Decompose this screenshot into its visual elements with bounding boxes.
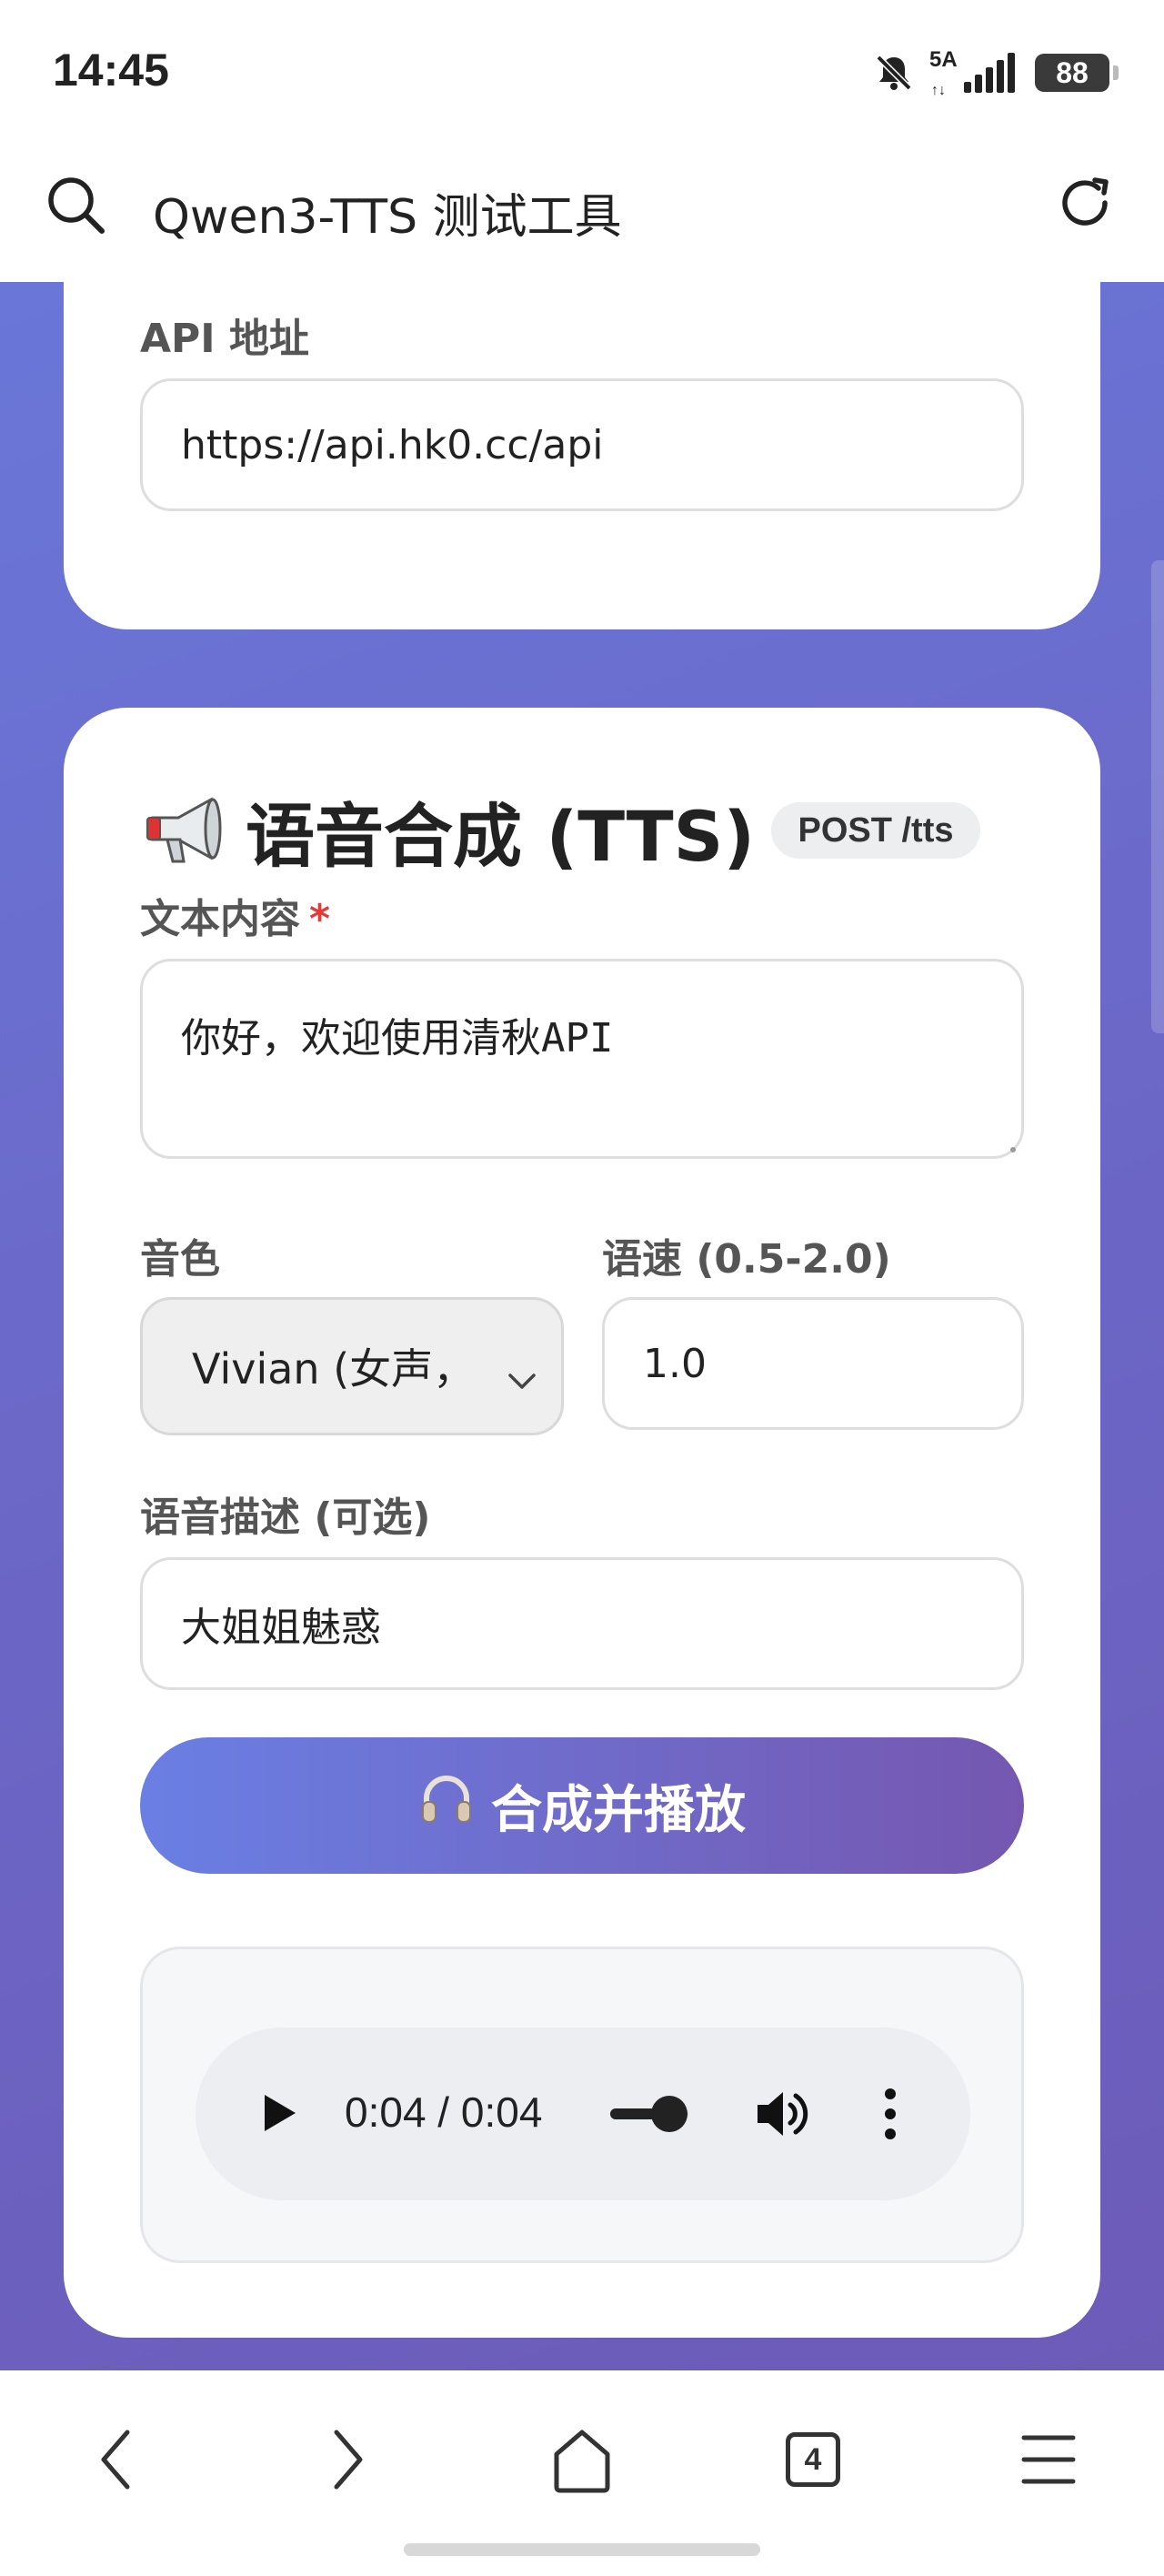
api-url-input[interactable]: https://api.hk0.cc/api [140,378,1024,511]
description-value: 大姐姐魅惑 [181,1605,381,1651]
volume-slider[interactable] [610,2096,688,2132]
chevron-down-icon [507,1354,537,1404]
page-content[interactable]: API 地址 https://api.hk0.cc/api 语音合成 (TTS)… [0,282,1164,2370]
synthesize-play-label: 合成并播放 [491,1780,746,1840]
voice-select[interactable]: Vivian (女声， [140,1297,564,1435]
voice-selected-value: Vivian (女声， [192,1344,476,1394]
resize-handle[interactable] [1010,1147,1016,1152]
audio-time: 0:04 / 0:04 [345,2088,543,2136]
search-icon[interactable] [44,173,107,240]
audio-player[interactable]: 0:04 / 0:04 [196,2028,970,2200]
audio-panel: 0:04 / 0:04 [140,1947,1024,2263]
endpoint-badge: POST /tts [771,802,980,859]
tts-title: 语音合成 (TTS) [246,796,756,877]
required-mark: * [309,896,331,942]
tts-card: 语音合成 (TTS) POST /tts 文本内容 * 你好，欢迎使用清秋API … [64,708,1100,2338]
tab-count: 4 [786,2432,840,2487]
description-label: 语音描述 (可选) [140,1494,431,1541]
speed-input[interactable]: 1.0 [602,1297,1024,1430]
status-time: 14:45 [53,45,169,96]
back-icon[interactable] [93,2423,138,2500]
api-url-value: https://api.hk0.cc/api [181,421,604,468]
battery-level: 88 [1056,55,1089,89]
play-icon[interactable] [259,2091,299,2138]
config-card: API 地址 https://api.hk0.cc/api [64,282,1100,629]
reload-icon[interactable] [1053,171,1117,238]
description-input[interactable]: 大姐姐魅惑 [140,1557,1024,1690]
api-url-label: API 地址 [140,316,309,362]
home-icon[interactable] [551,2423,613,2500]
scrollbar-thumb[interactable] [1151,560,1164,1033]
volume-slider-thumb[interactable] [650,2096,687,2132]
text-content-label: 文本内容 * [140,886,330,944]
megaphone-icon [140,785,227,876]
status-bar: 14:45 5A ↑↓ 88 [0,0,1164,146]
tts-heading: 语音合成 (TTS) [140,780,755,880]
tabs-icon[interactable]: 4 [786,2432,840,2487]
bell-off-icon [873,52,915,94]
synthesize-play-button[interactable]: 合成并播放 [140,1737,1024,1874]
text-content-textarea[interactable]: 你好，欢迎使用清秋API [140,959,1024,1159]
battery-icon: 88 [1035,54,1119,92]
headphones-icon [418,1771,475,1840]
more-options-icon[interactable] [881,2086,899,2146]
menu-icon[interactable] [1020,2423,1077,2500]
speed-value: 1.0 [643,1340,707,1387]
signal-icon: 5A ↑↓ [929,47,1020,98]
home-indicator[interactable] [404,2543,760,2556]
forward-icon[interactable] [326,2423,371,2500]
volume-icon[interactable] [754,2087,810,2145]
page-title[interactable]: Qwen3-TTS 测试工具 [153,178,622,247]
voice-label: 音色 [140,1236,220,1283]
status-icons: 5A ↑↓ 88 [873,45,1119,100]
svg-text:↑↓: ↑↓ [931,83,946,98]
speed-label: 语速 (0.5-2.0) [602,1236,891,1283]
text-content-value: 你好，欢迎使用清秋API [181,1015,614,1062]
text-content-label-text: 文本内容 [140,896,300,942]
